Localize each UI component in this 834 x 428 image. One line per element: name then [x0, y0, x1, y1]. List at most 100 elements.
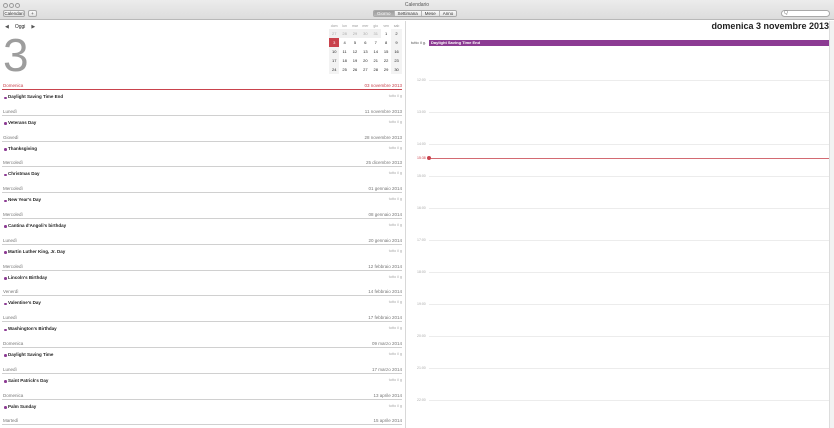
mini-calendar-day[interactable]: 18 [339, 56, 349, 65]
day-header: Lunedì 17 febbraio 2014 [2, 314, 402, 323]
next-arrow-icon[interactable]: ▶ [31, 24, 35, 30]
calendar-color-dot-icon [4, 173, 7, 177]
mini-calendar-day[interactable]: 21 [371, 56, 381, 65]
day-header: Venerdì 14 febbraio 2014 [2, 288, 402, 297]
calendar-color-dot-icon [4, 406, 7, 409]
mini-calendar-day[interactable]: 9 [391, 38, 402, 47]
mini-calendar-day[interactable]: 6 [360, 38, 370, 47]
event-row[interactable]: Washington's Birthday tutto il g [2, 322, 402, 340]
mini-calendar-day[interactable]: 27 [329, 29, 340, 38]
day-header-date: 12 febbraio 2014 [368, 263, 402, 269]
view-tab-mese[interactable]: Mese [421, 11, 440, 16]
event-all-day-label: tutto il g [388, 326, 402, 331]
hour-gridline [429, 176, 834, 177]
mini-calendar-day[interactable]: 24 [329, 65, 340, 74]
event-row[interactable]: Veterans Day tutto il g [2, 116, 402, 134]
day-header-date: 09 marzo 2014 [371, 340, 402, 346]
mini-calendar-day[interactable]: 15 [381, 47, 391, 56]
mini-calendar-day[interactable]: 28 [371, 65, 381, 74]
scrollbar[interactable] [829, 21, 834, 428]
hour-gridline [429, 368, 834, 369]
event-row[interactable]: Daylight Saving Time End tutto il g [2, 90, 402, 108]
hour-label: 17:00 [417, 238, 426, 242]
event-name: Daylight Saving Time End [8, 94, 64, 99]
mini-calendar-day[interactable]: 28 [339, 29, 350, 38]
mini-calendar-day[interactable]: 1 [381, 29, 391, 38]
view-tab-settimana[interactable]: Settimana [394, 11, 422, 16]
mini-calendar-day[interactable]: 7 [371, 38, 381, 47]
mini-calendar-day[interactable]: 29 [349, 29, 361, 38]
day-header: Domenica 13 aprile 2014 [2, 392, 402, 400]
mini-calendar-day[interactable]: 17 [329, 56, 340, 65]
event-name: Martin Luther King, Jr. Day [8, 248, 66, 254]
mini-calendar-day[interactable]: 30 [391, 65, 402, 74]
mini-calendar-day[interactable]: 31 [370, 29, 381, 38]
event-row[interactable]: Daylight Saving Time tutto il g [2, 348, 402, 366]
day-title: domenica 3 novembre 2013 [711, 21, 829, 31]
mini-calendar-day[interactable]: 11 [339, 47, 349, 56]
event-name: Daylight Saving Time [8, 351, 54, 357]
mini-calendar-day[interactable]: 30 [360, 29, 371, 38]
mini-calendar-day[interactable]: 8 [381, 38, 391, 47]
mini-calendar-day[interactable]: 12 [350, 47, 360, 56]
day-header-weekday: Martedì [3, 418, 19, 424]
view-tab-giorno[interactable]: Giorno [374, 11, 395, 16]
mini-calendar-day[interactable]: 13 [360, 47, 370, 56]
day-timeline[interactable] [429, 49, 834, 428]
day-header: Mercoledì 25 dicembre 2013 [2, 159, 402, 168]
all-day-event[interactable]: Daylight Saving Time End [429, 40, 830, 46]
mini-calendar-day[interactable]: 10 [329, 47, 340, 56]
event-row[interactable]: Valentine's Day tutto il g [2, 296, 402, 314]
day-header-weekday: Lunedì [3, 366, 17, 372]
event-row[interactable]: Palm Sunday tutto il g [2, 400, 402, 418]
calendar-color-dot-icon [4, 354, 7, 357]
event-row[interactable]: New Year's Day tutto il g [2, 193, 402, 211]
mini-calendar-day[interactable]: 29 [381, 65, 391, 74]
window-title: Calendario [404, 2, 430, 8]
mini-calendar-day[interactable]: 16 [391, 47, 402, 56]
event-row[interactable]: Cantina d'Angoli's birthday tutto il g [2, 219, 402, 237]
mini-calendar-day[interactable]: 19 [350, 56, 360, 65]
mini-calendar-day[interactable]: 2 [391, 29, 402, 38]
mini-calendar-day[interactable]: 23 [391, 56, 402, 65]
mini-calendar-day[interactable]: 14 [371, 47, 381, 56]
event-name: Palm Sunday [8, 403, 37, 409]
search-input[interactable]: Q [781, 10, 830, 17]
day-header-date: 25 dicembre 2013 [365, 160, 402, 166]
day-header-weekday: Giovedì [3, 134, 19, 140]
day-header-weekday: Venerdì [3, 289, 19, 295]
hour-gridline [429, 336, 834, 337]
event-all-day-label: tutto il g [388, 248, 402, 253]
event-row[interactable]: Lincoln's Birthday tutto il g [2, 271, 402, 289]
mini-calendar-day[interactable]: 4 [339, 38, 349, 47]
day-header-date: 03 novembre 2013 [364, 83, 402, 88]
day-header: Lunedì 11 novembre 2013 [2, 108, 402, 116]
day-header: Giovedì 28 novembre 2013 [2, 134, 402, 142]
event-row[interactable]: Saint Patrick's Day tutto il g [2, 374, 402, 392]
event-row[interactable]: Martin Luther King, Jr. Day tutto il g [2, 245, 402, 263]
event-row[interactable]: Thanksgiving tutto il g [2, 142, 402, 160]
mini-calendar-day[interactable]: 5 [350, 38, 360, 47]
event-all-day-label: tutto il g [388, 351, 402, 356]
view-tab-anno[interactable]: Anno [439, 11, 457, 16]
mini-calendar-day[interactable]: 25 [339, 65, 349, 74]
mini-calendar-day[interactable]: 3 [329, 38, 340, 47]
event-row[interactable]: Christmas Day tutto il g [2, 167, 402, 185]
mini-calendar-day[interactable]: 20 [360, 56, 370, 65]
event-name: Christmas Day [8, 171, 40, 177]
calendar-color-dot-icon [4, 122, 7, 125]
add-event-button[interactable]: + [28, 10, 37, 17]
mini-calendar-day[interactable]: 22 [381, 56, 391, 65]
day-header: Mercoledì 08 gennaio 2014 [2, 211, 402, 219]
calendar-color-dot-icon [4, 251, 7, 254]
mini-calendar-day[interactable]: 27 [360, 65, 370, 74]
event-all-day-label: tutto il g [388, 403, 402, 408]
hour-gridline [429, 208, 834, 209]
view-switcher: Giorno Settimana Mese Anno [373, 10, 458, 17]
event-all-day-label: tutto il g [388, 377, 402, 382]
mini-calendar-day[interactable]: 26 [350, 65, 360, 74]
mini-calendar-grid: 27 28 29 30 31 1 2 3 4 5 6 7 8 9 10 11 12 13 14 15 16 17 18 19 2… [329, 29, 402, 74]
calendars-button[interactable]: Calendari [3, 10, 25, 17]
day-header-weekday: Lunedì [3, 108, 17, 114]
day-header-weekday: Lunedì [3, 315, 17, 321]
